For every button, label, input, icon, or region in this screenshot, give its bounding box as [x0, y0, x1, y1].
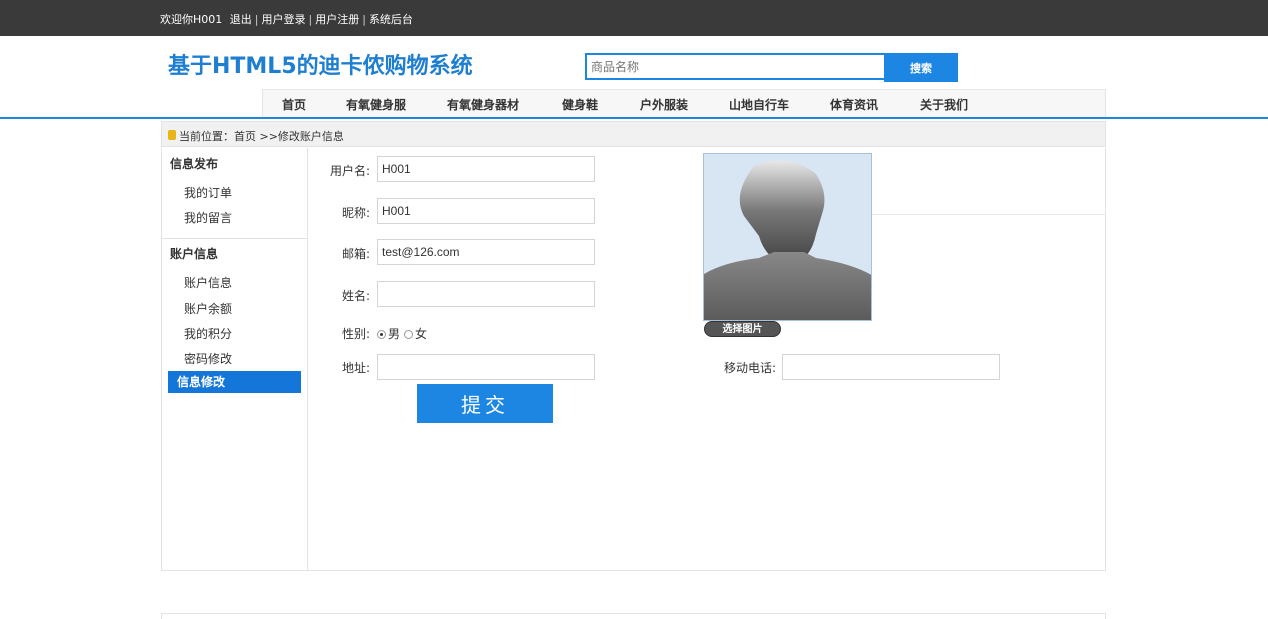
top-links: 欢迎你H001 退出 | 用户登录 | 用户注册 | 系统后台 — [160, 11, 413, 27]
nav-item-home[interactable]: 首页 — [282, 96, 306, 113]
nav-item-mountain-bikes[interactable]: 山地自行车 — [729, 96, 789, 113]
avatar-image — [703, 153, 872, 321]
sidebar-heading-publish: 信息发布 — [170, 157, 219, 171]
sidebar-item-messages[interactable]: 我的留言 — [184, 209, 232, 226]
sidebar-item-points[interactable]: 我的积分 — [184, 325, 232, 342]
nav-item-sports-news[interactable]: 体育资讯 — [830, 96, 878, 113]
main-nav: 首页 有氧健身服 有氧健身器材 健身鞋 户外服装 山地自行车 体育资讯 关于我们 — [262, 89, 1106, 117]
sidebar-item-password[interactable]: 密码修改 — [184, 350, 232, 367]
separator: | — [254, 13, 259, 26]
sidebar-item-balance[interactable]: 账户余额 — [184, 300, 232, 317]
phone-field[interactable] — [782, 354, 1000, 380]
gender-male-label: 男 — [388, 327, 401, 341]
register-link[interactable]: 用户注册 — [315, 13, 359, 26]
footer-box — [161, 613, 1106, 619]
login-link[interactable]: 用户登录 — [262, 13, 306, 26]
sidebar-item-account-info[interactable]: 账户信息 — [184, 274, 232, 291]
sidebar: 信息发布 我的订单 我的留言 账户信息 账户信息 账户余额 我的积分 密码修改 … — [162, 148, 308, 570]
logout-link[interactable]: 退出 — [230, 13, 252, 26]
top-bar: 欢迎你H001 退出 | 用户登录 | 用户注册 | 系统后台 — [0, 0, 1268, 36]
search-button[interactable]: 搜索 — [884, 53, 958, 82]
welcome-text: 欢迎你H001 — [160, 13, 223, 26]
sidebar-heading-account: 账户信息 — [170, 247, 219, 261]
nav-item-aerobic-equipment[interactable]: 有氧健身器材 — [447, 96, 519, 113]
separator: | — [362, 13, 366, 26]
gender-label: 性别: — [342, 327, 371, 341]
username-field[interactable]: H001 — [377, 156, 595, 182]
nickname-field[interactable]: H001 — [377, 198, 595, 224]
radio-male[interactable] — [377, 330, 386, 339]
breadcrumb: 当前位置：首页 >>修改账户信息 — [161, 121, 1106, 147]
breadcrumb-text: 当前位置：首页 >>修改账户信息 — [179, 130, 344, 143]
sidebar-divider — [162, 238, 308, 239]
search-input[interactable] — [585, 53, 884, 80]
nav-item-fitness-shoes[interactable]: 健身鞋 — [562, 96, 598, 113]
phone-label: 移动电话: — [724, 361, 777, 375]
sidebar-item-info-edit[interactable]: 信息修改 — [168, 371, 301, 393]
name-label: 姓名: — [342, 289, 371, 303]
name-field[interactable] — [377, 281, 595, 307]
address-label: 地址: — [342, 361, 371, 375]
gender-male-option[interactable]: 男 — [377, 325, 400, 342]
site-logo[interactable]: 基于HTML5的迪卡侬购物系统 — [168, 48, 473, 80]
email-label: 邮箱: — [342, 247, 371, 261]
address-field[interactable] — [377, 354, 595, 380]
gender-female-label: 女 — [415, 327, 428, 341]
location-icon — [168, 130, 176, 140]
gender-female-option[interactable]: 女 — [404, 325, 427, 342]
nickname-label: 昵称: — [342, 206, 371, 220]
separator: | — [308, 13, 313, 26]
admin-link[interactable]: 系统后台 — [369, 13, 413, 26]
divider — [872, 214, 1106, 215]
sidebar-item-orders[interactable]: 我的订单 — [184, 184, 232, 201]
username-label: 用户名: — [330, 164, 371, 178]
nav-item-about-us[interactable]: 关于我们 — [920, 96, 968, 113]
avatar-silhouette-icon — [704, 160, 871, 320]
choose-image-button[interactable]: 选择图片 — [704, 321, 781, 337]
email-field[interactable]: test@126.com — [377, 239, 595, 265]
radio-female[interactable] — [404, 330, 413, 339]
submit-button[interactable]: 提交 — [417, 384, 553, 423]
nav-item-aerobic-clothing[interactable]: 有氧健身服 — [346, 96, 406, 113]
nav-item-outdoor-clothing[interactable]: 户外服装 — [640, 96, 688, 113]
nav-divider — [0, 117, 1268, 119]
